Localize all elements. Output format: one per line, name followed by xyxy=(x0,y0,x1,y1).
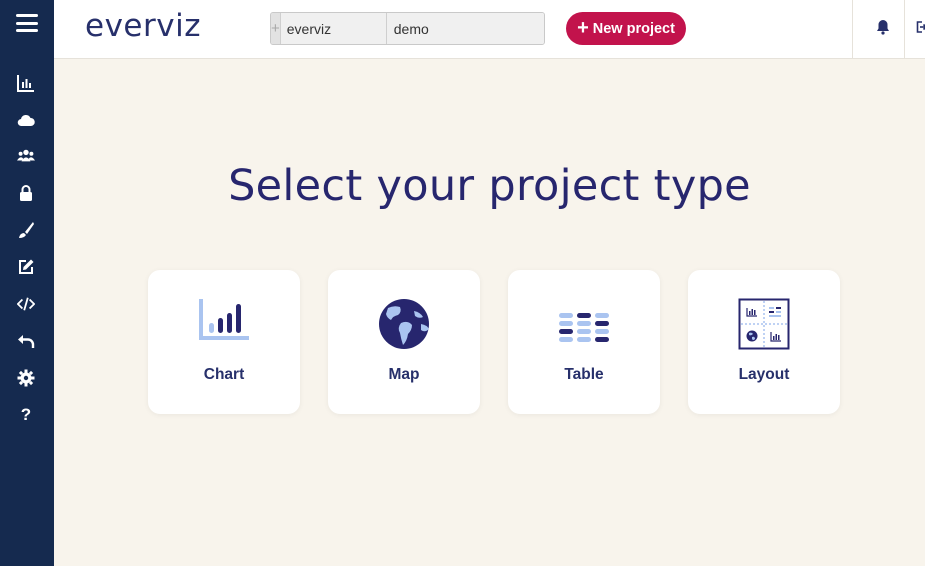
logo[interactable]: everviz xyxy=(85,8,201,44)
edit-icon[interactable] xyxy=(15,256,37,278)
menu-icon[interactable] xyxy=(16,14,38,32)
chart-icon xyxy=(199,299,249,340)
project-field[interactable] xyxy=(386,13,544,44)
help-icon[interactable]: ? xyxy=(15,404,37,426)
users-icon[interactable] xyxy=(15,145,37,167)
table-icon xyxy=(559,313,609,342)
header: everviz + + New project xyxy=(54,0,925,59)
logout-icon[interactable] xyxy=(916,19,925,35)
code-icon[interactable] xyxy=(15,293,37,315)
card-label: Table xyxy=(564,366,604,383)
new-project-button[interactable]: + New project xyxy=(566,12,686,45)
project-search: + xyxy=(270,12,545,45)
plus-icon[interactable]: + xyxy=(271,13,281,44)
card-table[interactable]: Table xyxy=(508,270,660,414)
card-label: Chart xyxy=(203,366,245,383)
brush-icon[interactable] xyxy=(15,219,37,241)
cloud-icon[interactable] xyxy=(15,109,37,131)
layout-icon xyxy=(738,298,790,350)
gear-icon[interactable] xyxy=(15,367,37,389)
team-field[interactable] xyxy=(280,13,387,44)
new-project-label: New project xyxy=(592,20,675,37)
card-chart[interactable]: Chart xyxy=(148,270,300,414)
bell-icon[interactable] xyxy=(876,19,890,35)
sidebar: ? xyxy=(0,0,54,566)
card-label: Map xyxy=(388,366,420,383)
card-label: Layout xyxy=(738,366,790,383)
plus-icon: + xyxy=(577,16,589,39)
card-layout[interactable]: Layout xyxy=(688,270,840,414)
page-title: Select your project type xyxy=(228,161,751,211)
lock-icon[interactable] xyxy=(15,182,37,204)
undo-icon[interactable] xyxy=(15,330,37,352)
divider xyxy=(904,0,905,59)
divider xyxy=(852,0,853,59)
card-map[interactable]: Map xyxy=(328,270,480,414)
globe-icon xyxy=(379,299,429,349)
chart-icon[interactable] xyxy=(15,72,37,94)
